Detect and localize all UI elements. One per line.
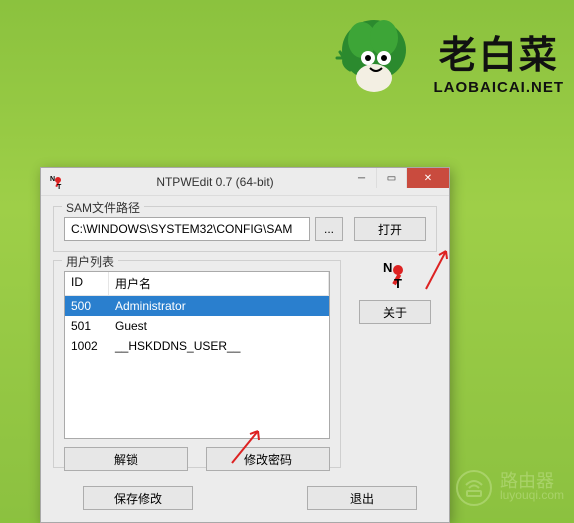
arrow-annotation-icon — [228, 425, 268, 467]
svg-text:T: T — [57, 184, 62, 190]
sam-path-legend: SAM文件路径 — [62, 199, 144, 216]
brand-title: 老白菜 — [439, 24, 559, 79]
cell-id: 1002 — [65, 336, 109, 356]
about-button[interactable]: 关于 — [359, 300, 431, 324]
cell-name: Guest — [109, 316, 329, 336]
sam-path-input[interactable] — [64, 217, 310, 241]
minimize-button[interactable]: ─ — [347, 168, 377, 188]
arrow-annotation-icon — [420, 245, 454, 295]
svg-text:T: T — [394, 276, 402, 290]
mascot-icon — [324, 10, 424, 110]
sam-path-group: SAM文件路径 ... 打开 — [53, 206, 437, 252]
cell-id: 500 — [65, 296, 109, 316]
browse-button[interactable]: ... — [315, 217, 343, 241]
userlist-legend: 用户列表 — [62, 253, 118, 270]
table-row[interactable]: 500Administrator — [65, 296, 329, 316]
userlist-group: 用户列表 ID 用户名 500Administrator501Guest1002… — [53, 260, 341, 468]
save-button[interactable]: 保存修改 — [83, 486, 193, 510]
user-list[interactable]: ID 用户名 500Administrator501Guest1002__HSK… — [64, 271, 330, 439]
footer-watermark: 路由器 luyouqi.com — [456, 470, 564, 506]
col-id[interactable]: ID — [65, 272, 109, 295]
svg-text:N: N — [50, 176, 55, 183]
app-icon: N T — [49, 174, 65, 190]
app-logo-icon: N T — [380, 260, 410, 290]
col-name[interactable]: 用户名 — [109, 272, 329, 295]
cell-id: 501 — [65, 316, 109, 336]
exit-button[interactable]: 退出 — [307, 486, 417, 510]
cell-name: __HSKDDNS_USER__ — [109, 336, 329, 356]
brand-area: 老白菜 LAOBAICAI.NET — [324, 10, 565, 110]
footer-label: 路由器 — [500, 474, 564, 488]
list-header: ID 用户名 — [65, 272, 329, 296]
table-row[interactable]: 501Guest — [65, 316, 329, 336]
footer-site: luyouqi.com — [500, 488, 564, 502]
svg-text:N: N — [383, 260, 392, 275]
open-button[interactable]: 打开 — [354, 217, 426, 241]
titlebar[interactable]: N T NTPWEdit 0.7 (64-bit) ─ ▭ ✕ — [41, 168, 449, 196]
router-icon — [456, 470, 492, 506]
cell-name: Administrator — [109, 296, 329, 316]
table-row[interactable]: 1002__HSKDDNS_USER__ — [65, 336, 329, 356]
maximize-button[interactable]: ▭ — [377, 168, 407, 188]
brand-subtitle: LAOBAICAI.NET — [434, 79, 565, 96]
brand-text: 老白菜 LAOBAICAI.NET — [434, 24, 565, 96]
close-button[interactable]: ✕ — [407, 168, 449, 188]
change-password-button[interactable]: 修改密码 — [206, 447, 330, 471]
unlock-button[interactable]: 解锁 — [64, 447, 188, 471]
app-window: N T NTPWEdit 0.7 (64-bit) ─ ▭ ✕ SAM文件路径 … — [40, 167, 450, 523]
